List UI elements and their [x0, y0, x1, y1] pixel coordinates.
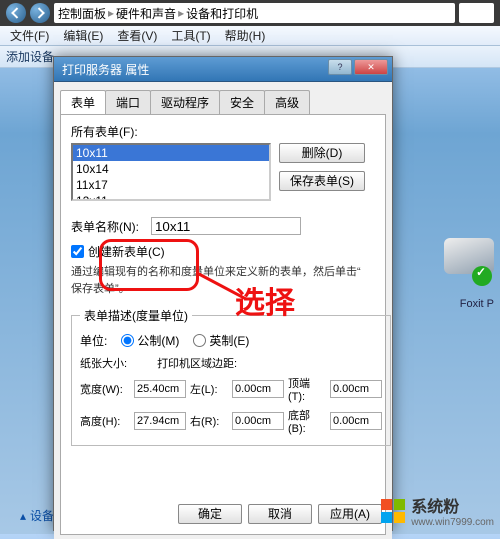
- form-description-legend: 表单描述(度量单位): [80, 307, 192, 324]
- list-item[interactable]: 10x14: [73, 161, 269, 177]
- windows-logo-icon: [381, 499, 405, 523]
- left-input[interactable]: [232, 380, 284, 398]
- forms-listbox[interactable]: 10x11 10x14 11x17 12x11: [71, 143, 271, 201]
- printer-item-label: Foxit P: [460, 298, 494, 310]
- menu-bar: 文件(F) 编辑(E) 查看(V) 工具(T) 帮助(H): [0, 26, 500, 46]
- tab-forms[interactable]: 表单: [60, 90, 106, 114]
- tab-ports[interactable]: 端口: [105, 90, 151, 114]
- form-name-label: 表单名称(N):: [71, 218, 139, 235]
- list-item[interactable]: 10x11: [73, 145, 269, 161]
- menu-help[interactable]: 帮助(H): [219, 27, 272, 44]
- add-device-button[interactable]: 添加设备: [6, 48, 54, 65]
- close-button[interactable]: ✕: [354, 59, 388, 75]
- tab-drivers[interactable]: 驱动程序: [150, 90, 220, 114]
- watermark: 系统粉 www.win7999.com: [381, 493, 494, 528]
- default-check-icon: [472, 266, 492, 286]
- search-box[interactable]: [459, 3, 494, 23]
- tab-advanced[interactable]: 高级: [264, 90, 310, 114]
- dialog-title: 打印服务器 属性: [62, 61, 149, 78]
- right-input[interactable]: [232, 412, 284, 430]
- breadcrumb-item[interactable]: 设备和打印机: [186, 5, 258, 22]
- list-item[interactable]: 12x11: [73, 193, 269, 201]
- help-button[interactable]: ?: [328, 59, 352, 75]
- create-note: 通过编辑现有的名称和度量单位来定义新的表单，然后单击“ 保存表单”。: [71, 264, 375, 297]
- paper-size-heading: 纸张大小:: [80, 355, 127, 371]
- metric-radio[interactable]: 公制(M): [121, 332, 179, 349]
- top-input[interactable]: [330, 380, 382, 398]
- margins-heading: 打印机区域边距:: [157, 355, 237, 371]
- width-label: 宽度(W):: [80, 381, 130, 397]
- form-name-input[interactable]: [151, 217, 301, 235]
- units-label: 单位:: [80, 332, 107, 349]
- tab-security[interactable]: 安全: [219, 90, 265, 114]
- breadcrumb-item[interactable]: 控制面板: [58, 5, 106, 22]
- bottom-input[interactable]: [330, 412, 382, 430]
- menu-view[interactable]: 查看(V): [111, 27, 163, 44]
- address-bar[interactable]: 控制面板▸ 硬件和声音▸ 设备和打印机: [54, 3, 455, 23]
- forms-tab-panel: 所有表单(F): 10x11 10x14 11x17 12x11 删除(D) 保…: [60, 115, 386, 535]
- watermark-url: www.win7999.com: [411, 517, 494, 528]
- all-forms-label: 所有表单(F):: [71, 123, 375, 140]
- ok-button[interactable]: 确定: [178, 504, 242, 524]
- english-radio[interactable]: 英制(E): [193, 332, 249, 349]
- nav-back-button[interactable]: [6, 3, 26, 23]
- width-input[interactable]: [134, 380, 186, 398]
- delete-form-button[interactable]: 删除(D): [279, 143, 365, 163]
- form-description-group: 表单描述(度量单位) 单位: 公制(M) 英制(E) 纸张大小: 打印机区域边距…: [71, 307, 391, 446]
- tab-strip: 表单 端口 驱动程序 安全 高级: [60, 90, 386, 115]
- cancel-button[interactable]: 取消: [248, 504, 312, 524]
- left-label: 左(L):: [190, 381, 228, 397]
- height-label: 高度(H):: [80, 413, 130, 429]
- create-new-form-checkbox[interactable]: [71, 245, 84, 258]
- menu-edit[interactable]: 编辑(E): [57, 27, 109, 44]
- apply-button[interactable]: 应用(A): [318, 504, 382, 524]
- menu-tools[interactable]: 工具(T): [165, 27, 216, 44]
- create-new-form-label: 创建新表单(C): [88, 243, 165, 260]
- nav-forward-button[interactable]: [30, 3, 50, 23]
- breadcrumb-item[interactable]: 硬件和声音: [116, 5, 176, 22]
- watermark-brand: 系统粉: [411, 493, 459, 517]
- menu-file[interactable]: 文件(F): [4, 27, 55, 44]
- top-label: 顶端(T):: [288, 375, 326, 403]
- explorer-nav-bar: 控制面板▸ 硬件和声音▸ 设备和打印机: [0, 0, 500, 26]
- print-server-properties-dialog: 打印服务器 属性 ? ✕ 表单 端口 驱动程序 安全 高级 所有表单(F): 1…: [53, 56, 393, 531]
- save-form-button[interactable]: 保存表单(S): [279, 171, 365, 191]
- list-item[interactable]: 11x17: [73, 177, 269, 193]
- dialog-titlebar[interactable]: 打印服务器 属性 ? ✕: [54, 57, 392, 82]
- right-label: 右(R):: [190, 413, 228, 429]
- bottom-label: 底部(B):: [288, 407, 326, 435]
- height-input[interactable]: [134, 412, 186, 430]
